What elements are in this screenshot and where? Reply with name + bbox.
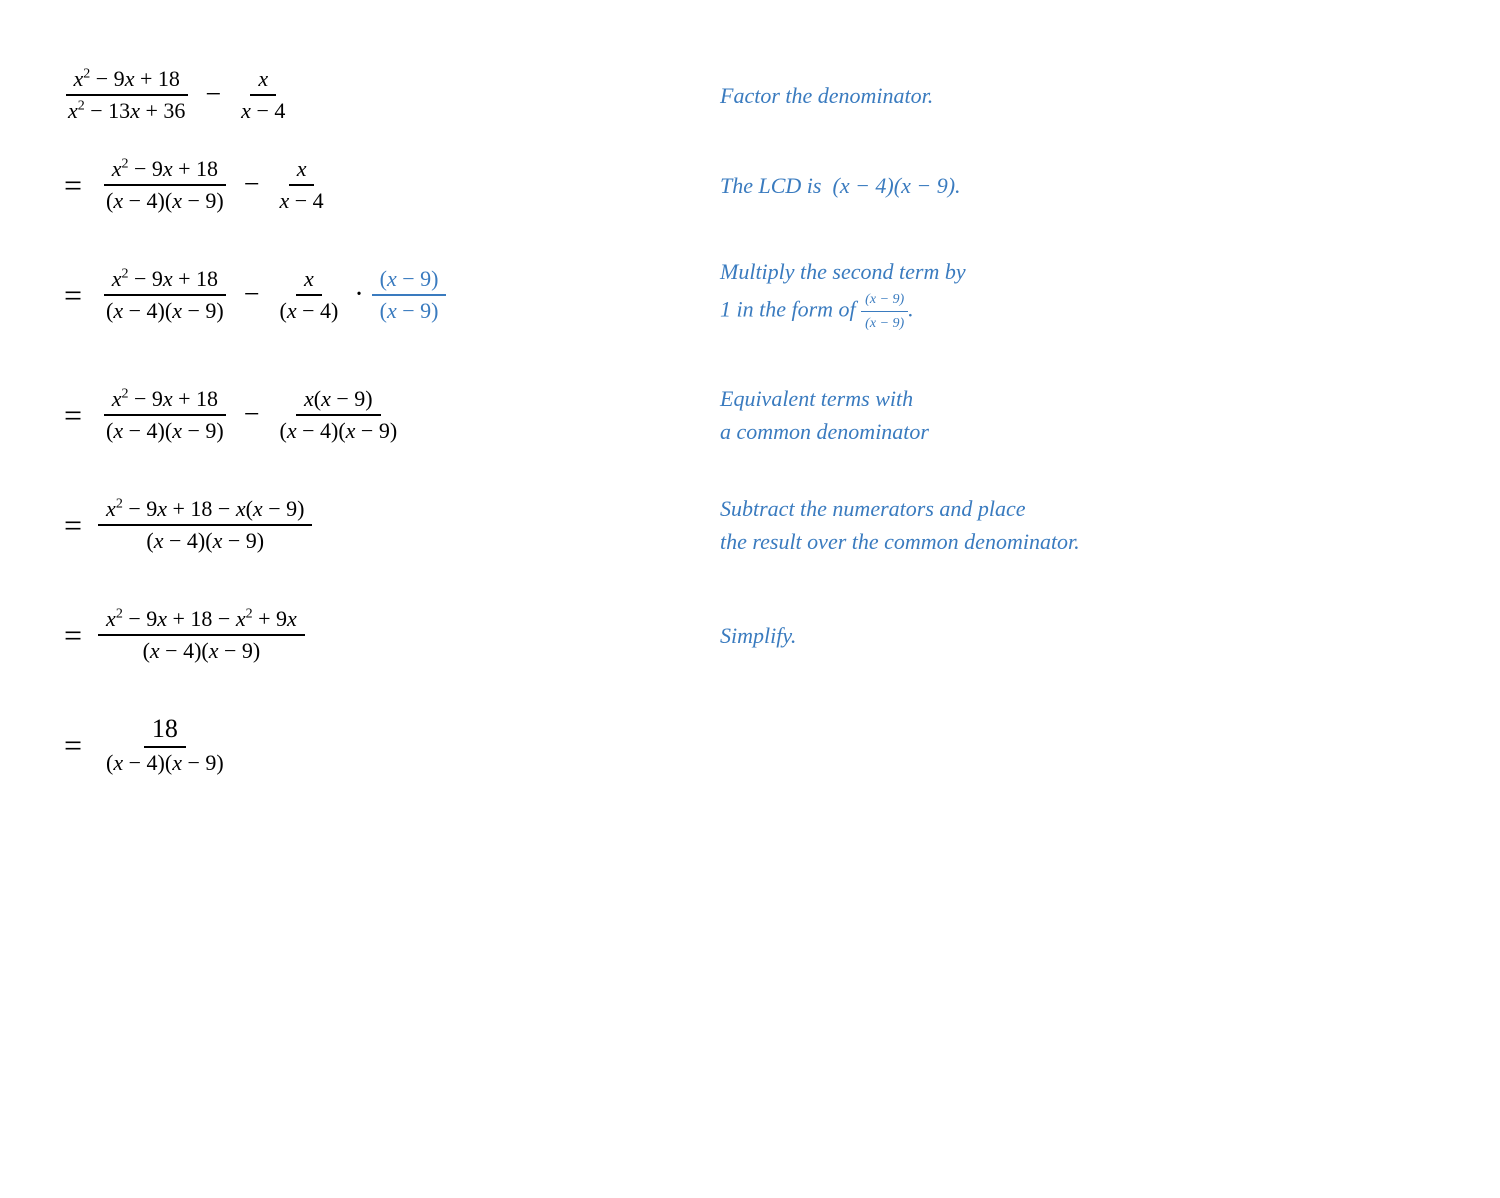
numerator-7: (x − 9) — [372, 264, 447, 296]
numerator-8: x2 − 9x + 18 — [104, 384, 226, 416]
equals-6: = — [64, 617, 82, 654]
annotation-text-6: Simplify. — [720, 611, 1440, 660]
fraction-3: x2 − 9x + 18 (x − 4)(x − 9) — [98, 154, 232, 216]
denominator-4: x − 4 — [272, 186, 332, 216]
numerator-1: x2 − 9x + 18 — [66, 64, 188, 96]
annotation-5: Subtract the numerators and place the re… — [720, 470, 1440, 580]
annotation-text-1: Factor the denominator. — [720, 71, 1440, 120]
numerator-9: x(x − 9) — [296, 384, 381, 416]
fraction-9: x(x − 9) (x − 4)(x − 9) — [272, 384, 406, 446]
numerator-5: x2 − 9x + 18 — [104, 264, 226, 296]
denominator-9: (x − 4)(x − 9) — [272, 416, 406, 446]
fraction-10: x2 − 9x + 18 − x(x − 9) (x − 4)(x − 9) — [98, 494, 312, 556]
fraction-7: (x − 9) (x − 9) — [372, 264, 447, 326]
math-step-5: = x2 − 9x + 18 − x(x − 9) (x − 4)(x − 9) — [60, 470, 660, 580]
math-step-3: = x2 − 9x + 18 (x − 4)(x − 9) − x (x − 4… — [60, 230, 660, 360]
fraction-6: x (x − 4) — [272, 264, 347, 326]
annotation-1: Factor the denominator. — [720, 50, 1440, 140]
minus-4: − — [244, 399, 260, 431]
fraction-8: x2 − 9x + 18 (x − 4)(x − 9) — [98, 384, 232, 446]
numerator-4: x — [289, 154, 315, 186]
equals-2: = — [64, 167, 82, 204]
annotation-column: Factor the denominator. The LCD is (x − … — [720, 40, 1440, 800]
annotation-4: Equivalent terms with a common denominat… — [720, 360, 1440, 470]
annotation-text-4: Equivalent terms with a common denominat… — [720, 374, 1440, 456]
denominator-3: (x − 4)(x − 9) — [98, 186, 232, 216]
math-step-6: = x2 − 9x + 18 − x2 + 9x (x − 4)(x − 9) — [60, 580, 660, 690]
denominator-6: (x − 4) — [272, 296, 347, 326]
numerator-10: x2 − 9x + 18 − x(x − 9) — [98, 494, 312, 526]
annotation-3: Multiply the second term by 1 in the for… — [720, 230, 1440, 360]
denominator-5: (x − 4)(x − 9) — [98, 296, 232, 326]
denominator-2: x − 4 — [233, 96, 293, 126]
fraction-2: x x − 4 — [233, 64, 293, 126]
denominator-7: (x − 9) — [372, 296, 447, 326]
minus-2: − — [244, 169, 260, 201]
equals-7: = — [64, 727, 82, 764]
numerator-11: x2 − 9x + 18 − x2 + 9x — [98, 604, 305, 636]
denominator-1: x2 − 13x + 36 — [60, 96, 193, 126]
math-step-1: x2 − 9x + 18 x2 − 13x + 36 − x x − 4 — [60, 50, 660, 140]
math-step-7: = 18 (x − 4)(x − 9) — [60, 690, 660, 800]
math-step-4: = x2 − 9x + 18 (x − 4)(x − 9) − x(x − 9)… — [60, 360, 660, 470]
annotation-text-3: Multiply the second term by 1 in the for… — [720, 247, 1440, 343]
fraction-1: x2 − 9x + 18 x2 − 13x + 36 — [60, 64, 193, 126]
numerator-6: x — [296, 264, 322, 296]
dot-1: · — [354, 279, 363, 311]
numerator-2: x — [250, 64, 276, 96]
denominator-11: (x − 4)(x − 9) — [135, 636, 269, 666]
denominator-12: (x − 4)(x − 9) — [98, 748, 232, 778]
minus-1: − — [205, 79, 221, 111]
fraction-5: x2 − 9x + 18 (x − 4)(x − 9) — [98, 264, 232, 326]
fraction-12: 18 (x − 4)(x − 9) — [98, 712, 232, 778]
denominator-10: (x − 4)(x − 9) — [138, 526, 272, 556]
annotation-6: Simplify. — [720, 580, 1440, 690]
math-column: x2 − 9x + 18 x2 − 13x + 36 − x x − 4 = x… — [60, 40, 660, 800]
minus-3: − — [244, 279, 260, 311]
small-fraction-1: (x − 9) (x − 9) — [861, 288, 908, 335]
equals-3: = — [64, 277, 82, 314]
numerator-3: x2 − 9x + 18 — [104, 154, 226, 186]
math-step-2: = x2 − 9x + 18 (x − 4)(x − 9) − x x − 4 — [60, 140, 660, 230]
annotation-2: The LCD is (x − 4)(x − 9). — [720, 140, 1440, 230]
denominator-8: (x − 4)(x − 9) — [98, 416, 232, 446]
equals-4: = — [64, 397, 82, 434]
numerator-12: 18 — [144, 712, 186, 748]
fraction-4: x x − 4 — [272, 154, 332, 216]
equals-5: = — [64, 507, 82, 544]
annotation-7 — [720, 690, 1440, 800]
annotation-text-5: Subtract the numerators and place the re… — [720, 484, 1440, 566]
annotation-text-2: The LCD is (x − 4)(x − 9). — [720, 161, 1440, 210]
fraction-11: x2 − 9x + 18 − x2 + 9x (x − 4)(x − 9) — [98, 604, 305, 666]
page-container: x2 − 9x + 18 x2 − 13x + 36 − x x − 4 = x… — [60, 40, 1440, 800]
